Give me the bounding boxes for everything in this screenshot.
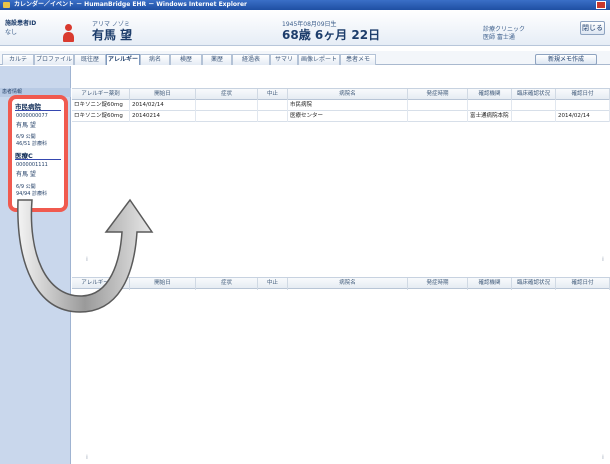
cell-drug: ロキソニン錠60mg — [72, 111, 130, 122]
cell-confirm-org: 富士通病院本院 — [468, 111, 512, 122]
table-row[interactable]: ロキソニン錠60mg 20140214 医療センター 富士通病院本院 2014/… — [72, 111, 610, 122]
cell-drug: ロキソニン錠60mg — [72, 100, 130, 111]
patient-header: 施設患者ID なし アリマ ノゾミ 有馬 望 1945年08月09日生 68歳 … — [0, 10, 610, 46]
col-hospital[interactable]: 病院名 — [288, 278, 408, 290]
tab-patient-memo[interactable]: 患者メモ — [340, 54, 376, 65]
tab-test-history[interactable]: 検歴 — [170, 54, 202, 65]
cell-clinical-status — [512, 100, 556, 111]
tab-bar: カルテ プロファイル 既往歴 アレルギー 病名 検歴 薬歴 経過表 サマリ 画像… — [0, 51, 610, 65]
splitter-handle-right[interactable]: ⁞ — [602, 256, 604, 263]
col-confirm-org[interactable]: 確認機関 — [468, 278, 512, 290]
facility-patient-id-1: 0000000077 — [16, 113, 48, 119]
facility-count-1a: 6/9 公開 — [16, 134, 36, 140]
facility-id-value: なし — [5, 29, 18, 36]
cell-confirm-date — [556, 100, 610, 111]
col-onset[interactable]: 発症時期 — [408, 278, 468, 290]
tab-history[interactable]: 既往歴 — [74, 54, 106, 65]
window-close-icon[interactable] — [596, 1, 606, 9]
table-header: アレルギー薬剤 開始日 症状 中止 病院名 発症時期 確認機関 臨床確認状況 確… — [72, 88, 610, 101]
tab-profile[interactable]: プロファイル — [34, 54, 74, 65]
title-bar: カレンダー／イベント － HumanBridge EHR － Windows I… — [0, 0, 610, 10]
cell-confirm-org — [468, 100, 512, 111]
cell-stop — [258, 111, 288, 122]
cell-start-date: 20140214 — [130, 111, 196, 122]
browser-window: カレンダー／イベント － HumanBridge EHR － Windows I… — [0, 0, 610, 464]
doctor-name: 医師 富士通 — [483, 34, 515, 41]
facility-count-1b: 46/51 診療科 — [16, 141, 47, 147]
cell-hospital: 市民病院 — [288, 100, 408, 111]
cell-symptom — [196, 100, 258, 111]
divider — [15, 159, 61, 160]
divider — [15, 110, 61, 111]
new-memo-button[interactable]: 新規メモ作成 — [535, 54, 597, 65]
table-row[interactable]: ロキソニン錠60mg 2014/02/14 市民病院 — [72, 100, 610, 111]
tab-karte[interactable]: カルテ — [2, 54, 34, 65]
close-button[interactable]: 閉じる — [580, 21, 605, 35]
tab-medication[interactable]: 薬歴 — [202, 54, 232, 65]
tab-progress[interactable]: 経過表 — [232, 54, 270, 65]
cell-onset — [408, 111, 468, 122]
patient-age: 68歳 6ヶ月 22日 — [282, 28, 381, 42]
bottom-scroll-marker: ⁞ — [86, 454, 88, 461]
bottom-scroll-marker-right: ⁞ — [602, 454, 604, 461]
col-confirm-date[interactable]: 確認日付 — [556, 278, 610, 290]
app-icon — [3, 2, 10, 8]
col-stop[interactable]: 中止 — [258, 278, 288, 290]
tab-disease[interactable]: 病名 — [140, 54, 170, 65]
patient-person-icon — [62, 24, 74, 42]
cell-onset — [408, 100, 468, 111]
cell-hospital: 医療センター — [288, 111, 408, 122]
facility-count-2a: 6/9 公開 — [16, 184, 36, 190]
facility-patient-name-1: 有馬 望 — [16, 122, 36, 129]
tab-image-report[interactable]: 画像レポート — [298, 54, 340, 65]
patient-name: 有馬 望 — [92, 28, 133, 42]
cell-stop — [258, 100, 288, 111]
cell-clinical-status — [512, 111, 556, 122]
tab-allergy[interactable]: アレルギー — [106, 54, 140, 65]
window-title: カレンダー／イベント － HumanBridge EHR － Windows I… — [14, 1, 247, 8]
cell-start-date: 2014/02/14 — [130, 100, 196, 111]
facility-id-label: 施設患者ID — [5, 20, 37, 27]
tab-summary[interactable]: サマリ — [270, 54, 298, 65]
facility-patient-id-2: 0000001111 — [16, 162, 48, 168]
cell-symptom — [196, 111, 258, 122]
col-clinical-status[interactable]: 臨床確認状況 — [512, 278, 556, 290]
col-symptom[interactable]: 症状 — [196, 278, 258, 290]
facility-patient-name-2: 有馬 望 — [16, 171, 36, 178]
curved-arrow-icon — [17, 198, 154, 313]
cell-confirm-date: 2014/02/14 — [556, 111, 610, 122]
